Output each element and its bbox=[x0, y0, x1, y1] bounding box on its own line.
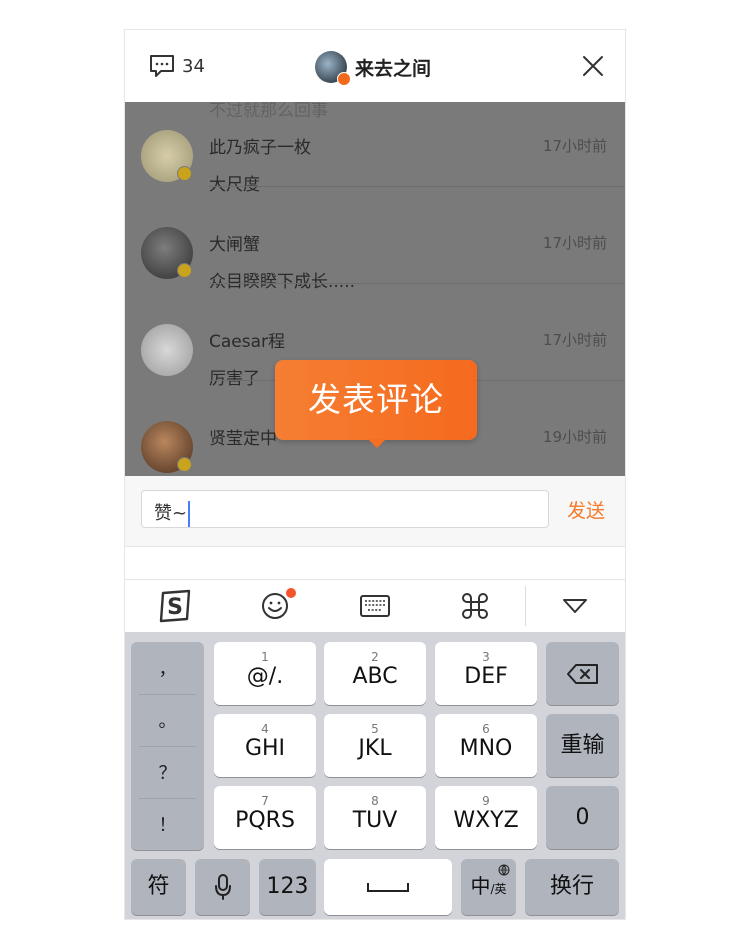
key-label: PQRS bbox=[235, 807, 295, 833]
space-icon bbox=[367, 883, 409, 892]
send-button[interactable]: 发送 bbox=[567, 496, 605, 523]
commenter-name[interactable]: 贤莹定中 bbox=[209, 424, 277, 449]
commenter-avatar[interactable] bbox=[141, 324, 193, 376]
emoji-icon[interactable] bbox=[245, 580, 305, 632]
close-icon[interactable] bbox=[581, 54, 605, 78]
comment-input-value: 赞~ bbox=[154, 499, 191, 527]
verified-badge-icon bbox=[177, 166, 192, 181]
key-label: 符 bbox=[147, 874, 170, 899]
numbers-key[interactable]: 123 bbox=[259, 859, 316, 915]
key-4[interactable]: 4 GHI bbox=[214, 714, 316, 777]
key-label: WXYZ bbox=[453, 807, 519, 833]
return-key[interactable]: 换行 bbox=[525, 859, 619, 915]
key-6[interactable]: 6 MNO bbox=[435, 714, 537, 777]
comment-time: 17小时前 bbox=[542, 331, 607, 349]
key-number: 6 bbox=[482, 721, 490, 736]
symbols-key[interactable]: 符 bbox=[131, 859, 186, 915]
comment-time: 17小时前 bbox=[542, 137, 607, 155]
svg-text:S: S bbox=[167, 595, 183, 620]
spacer bbox=[125, 547, 625, 579]
key-label: 123 bbox=[266, 874, 309, 899]
keyboard-icon[interactable] bbox=[345, 580, 405, 632]
key-label: 换行 bbox=[549, 874, 594, 899]
commenter-name[interactable]: Caesar程 bbox=[209, 327, 285, 352]
key-number: 9 bbox=[482, 793, 490, 808]
post-comment-tooltip: 发表评论 bbox=[275, 360, 477, 440]
key-5[interactable]: 5 JKL bbox=[324, 714, 426, 777]
comment-header: 34 来去之间 bbox=[125, 30, 625, 103]
key-8[interactable]: 8 TUV bbox=[324, 786, 426, 849]
key-label: @/. bbox=[246, 663, 284, 689]
key-number: 1 bbox=[261, 649, 269, 664]
key-label: 重输 bbox=[560, 732, 605, 758]
key-0[interactable]: 0 bbox=[546, 786, 619, 849]
key-3[interactable]: 3 DEF bbox=[435, 642, 537, 705]
comment-item[interactable]: 大闸蟹 17小时前 众目睽睽下成长..... bbox=[125, 187, 625, 292]
globe-icon bbox=[498, 864, 510, 876]
key-label: 0 bbox=[575, 804, 590, 830]
key-label: GHI bbox=[244, 735, 286, 761]
space-key[interactable] bbox=[324, 859, 452, 915]
command-icon[interactable] bbox=[445, 580, 505, 632]
key-number: 2 bbox=[371, 649, 379, 664]
key-number: 5 bbox=[371, 721, 379, 736]
key-label: DEF bbox=[464, 663, 508, 689]
comment-input-bar: 赞~ 发送 bbox=[125, 476, 625, 547]
punct-key-question[interactable]: ？ bbox=[131, 746, 204, 798]
verified-badge-icon bbox=[177, 263, 192, 278]
language-switch-key[interactable]: 中/英 bbox=[461, 859, 516, 915]
tooltip-arrow bbox=[368, 439, 386, 448]
sogou-logo-icon[interactable]: S bbox=[145, 580, 205, 632]
punct-key-period[interactable]: 。 bbox=[131, 694, 204, 746]
collapse-triangle-icon[interactable] bbox=[545, 580, 605, 632]
key-label: TUV bbox=[352, 807, 398, 833]
phone-screen: 34 来去之间 不过就那么回事 此乃疯子一枚 17小时前 大尺度 大闸蟹 17小… bbox=[124, 29, 626, 920]
commenter-name[interactable]: 大闸蟹 bbox=[209, 230, 260, 255]
verified-badge-icon bbox=[337, 72, 351, 86]
key-1[interactable]: 1 @/. bbox=[214, 642, 316, 705]
key-number: 7 bbox=[261, 793, 269, 808]
key-label: JKL bbox=[358, 735, 392, 761]
toolbar-divider bbox=[525, 586, 526, 626]
comment-time: 17小时前 bbox=[542, 234, 607, 252]
key-label: MNO bbox=[459, 735, 513, 761]
key-label: 中/英 bbox=[470, 873, 507, 898]
voice-key[interactable] bbox=[195, 859, 250, 915]
microphone-icon bbox=[214, 874, 231, 900]
comment-time: 19小时前 bbox=[542, 428, 607, 446]
t9-keyboard: ， 。 ？ ！ 1 @/. 2 ABC 3 DEF 4 GHI 5 JKL 6 … bbox=[125, 632, 625, 919]
key-number: 4 bbox=[261, 721, 269, 736]
punct-key-exclamation[interactable]: ！ bbox=[131, 798, 204, 850]
backspace-icon bbox=[566, 663, 598, 684]
comment-input[interactable]: 赞~ bbox=[141, 490, 549, 528]
key-number: 8 bbox=[371, 793, 379, 808]
punct-key-comma[interactable]: ， bbox=[131, 642, 204, 694]
key-7[interactable]: 7 PQRS bbox=[214, 786, 316, 849]
comment-item[interactable]: 此乃疯子一枚 17小时前 大尺度 bbox=[125, 102, 625, 195]
verified-badge-icon bbox=[177, 457, 192, 472]
comment-list: 不过就那么回事 此乃疯子一枚 17小时前 大尺度 大闸蟹 17小时前 众目睽睽下… bbox=[125, 102, 625, 476]
text-caret bbox=[188, 501, 191, 527]
notification-dot bbox=[286, 588, 296, 598]
key-label: ABC bbox=[352, 663, 398, 689]
punctuation-column: ， 。 ？ ！ bbox=[131, 642, 204, 850]
comment-count: 34 bbox=[182, 56, 205, 77]
key-9[interactable]: 9 WXYZ bbox=[435, 786, 537, 849]
user-name[interactable]: 来去之间 bbox=[355, 54, 431, 81]
key-number: 3 bbox=[482, 649, 490, 664]
comment-icon[interactable] bbox=[149, 54, 175, 78]
keyboard-toolbar: S bbox=[125, 579, 625, 633]
key-2[interactable]: 2 ABC bbox=[324, 642, 426, 705]
reenter-key[interactable]: 重输 bbox=[546, 714, 619, 777]
commenter-name[interactable]: 此乃疯子一枚 bbox=[209, 133, 311, 158]
backspace-key[interactable] bbox=[546, 642, 619, 705]
